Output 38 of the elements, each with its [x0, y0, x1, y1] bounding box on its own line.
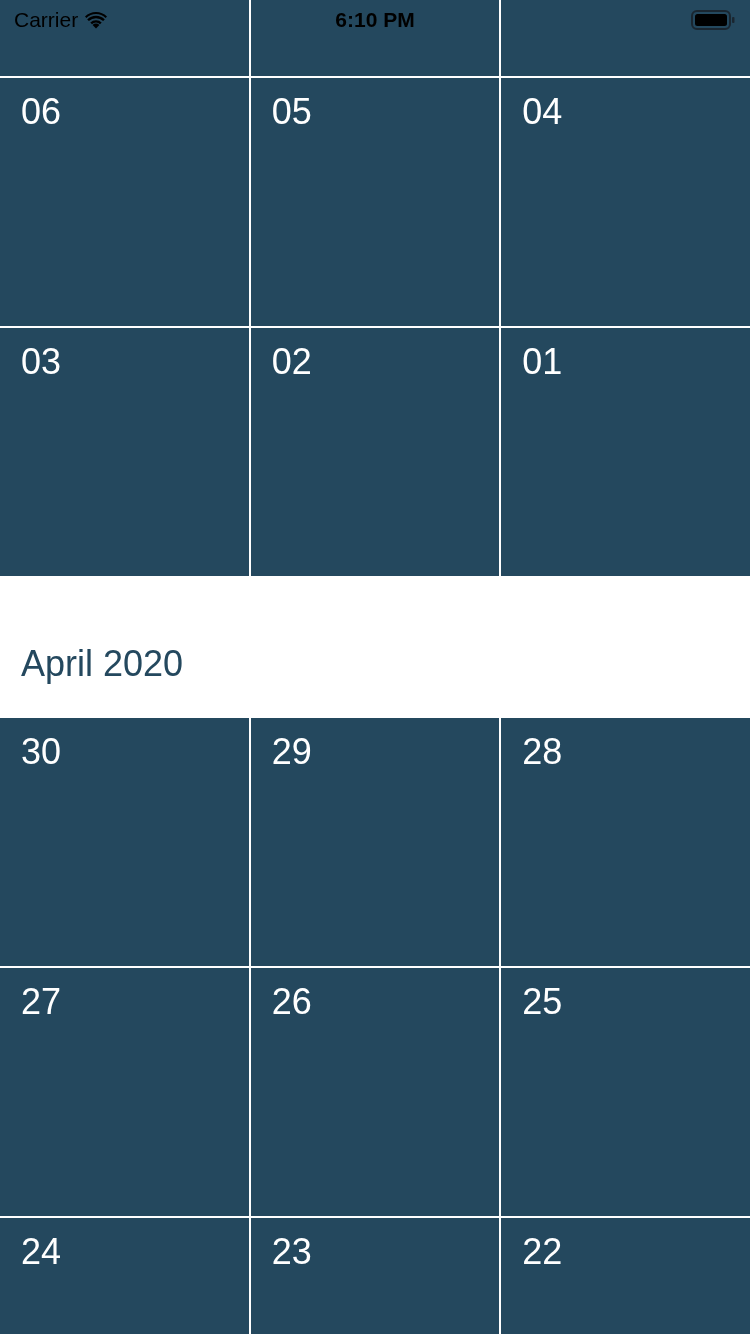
- day-number: 02: [271, 344, 313, 380]
- time-label: 6:10 PM: [334, 7, 416, 33]
- day-cell[interactable]: [501, 0, 750, 76]
- day-cell[interactable]: 28: [501, 718, 750, 966]
- day-number: 03: [21, 344, 63, 380]
- battery-icon: [691, 10, 735, 30]
- carrier-label: Carrier: [14, 7, 79, 33]
- day-cell[interactable]: 30: [0, 718, 249, 966]
- day-number: 30: [21, 734, 63, 770]
- day-cell[interactable]: 29: [250, 718, 500, 966]
- day-cell[interactable]: 01: [501, 328, 750, 576]
- day-cell[interactable]: 24: [0, 1218, 249, 1334]
- day-cell[interactable]: [250, 0, 500, 76]
- day-cell[interactable]: 03: [0, 328, 249, 576]
- day-number: 22: [522, 1234, 564, 1270]
- day-number: 01: [522, 344, 564, 380]
- day-number: 05: [271, 94, 313, 130]
- day-number: 06: [21, 94, 63, 130]
- day-cell[interactable]: 22: [501, 1218, 750, 1334]
- day-cell[interactable]: 27: [0, 968, 249, 1216]
- month-title: April 2020: [21, 646, 184, 682]
- day-cell[interactable]: [0, 0, 249, 76]
- day-cell[interactable]: 06: [0, 78, 249, 326]
- day-number: 24: [21, 1234, 63, 1270]
- day-cell[interactable]: 05: [250, 78, 500, 326]
- day-cell[interactable]: 26: [250, 968, 500, 1216]
- day-number: 23: [271, 1234, 313, 1270]
- day-cell[interactable]: 04: [501, 78, 750, 326]
- day-cell[interactable]: 25: [501, 968, 750, 1216]
- day-cell[interactable]: 23: [250, 1218, 500, 1334]
- day-number: 28: [522, 734, 564, 770]
- day-number: 27: [21, 984, 63, 1020]
- day-number: 25: [522, 984, 564, 1020]
- wifi-icon: [85, 11, 108, 29]
- day-number: 26: [271, 984, 313, 1020]
- day-number: 04: [522, 94, 564, 130]
- day-number: 29: [271, 734, 313, 770]
- day-cell[interactable]: 02: [250, 328, 500, 576]
